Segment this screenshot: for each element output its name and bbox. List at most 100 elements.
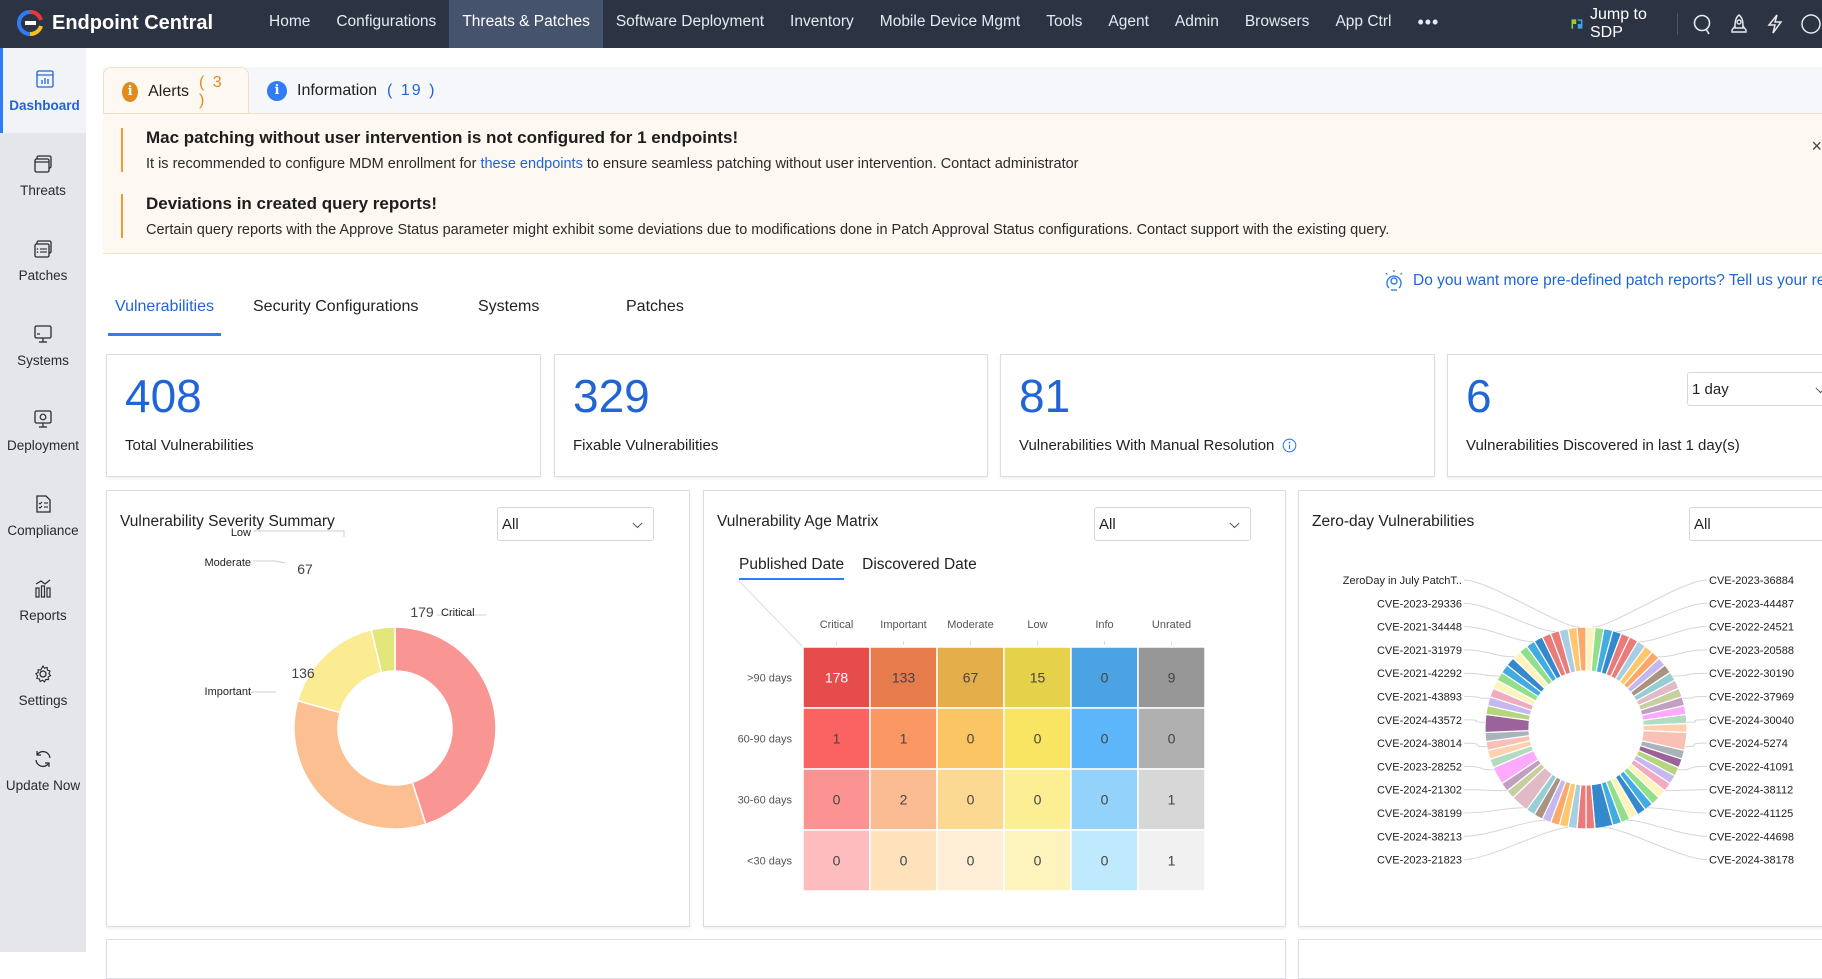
sidebar-item-systems[interactable]: Systems: [0, 303, 86, 388]
lightning-icon[interactable]: [1764, 11, 1786, 37]
jump-to-sdp-button[interactable]: Jump to SDP: [1570, 6, 1663, 42]
stat-card-manual-resolution[interactable]: 81 Vulnerabilities With Manual Resolutio…: [1000, 354, 1435, 477]
tab-alerts[interactable]: i Alerts ( 3 ): [103, 67, 249, 115]
leader-line: [1463, 789, 1507, 792]
period-select[interactable]: 1 day: [1687, 372, 1822, 406]
leader-line: [1672, 672, 1708, 677]
tab-patches[interactable]: Patches: [626, 298, 684, 336]
compliance-icon: [36, 495, 51, 513]
severity-category-label: Critical: [441, 607, 475, 619]
nav-item-threats-patches[interactable]: Threats & Patches: [449, 0, 603, 48]
alert-text-part: It is recommended to configure MDM enrol…: [146, 156, 481, 172]
zero-day-card: Zero-day Vulnerabilities All ZeroDay in …: [1298, 490, 1822, 927]
nav-item-software-deployment[interactable]: Software Deployment: [603, 0, 777, 48]
these-endpoints-link[interactable]: these endpoints: [480, 156, 582, 172]
zero-day-label: CVE-2023-28252: [1377, 761, 1462, 773]
matrix-cell-value: 0: [833, 792, 841, 808]
zero-day-label: CVE-2021-42292: [1377, 668, 1462, 680]
stat-card-total[interactable]: 408 Total Vulnerabilities: [106, 354, 541, 477]
alert-text: It is recommended to configure MDM enrol…: [146, 156, 1079, 172]
systems-icon: [34, 325, 52, 343]
stat-label: Vulnerabilities With Manual Resolution: [1019, 437, 1297, 454]
sidebar-item-label: Dashboard: [9, 98, 80, 113]
zero-day-label: CVE-2022-41091: [1709, 761, 1794, 773]
endpoint-central-logo-icon: [17, 10, 43, 36]
nav-item-browsers[interactable]: Browsers: [1232, 0, 1323, 48]
alert-icon: i: [122, 81, 139, 102]
matrix-cell-value: 2: [900, 792, 908, 808]
leader-line: [1638, 626, 1708, 643]
predefined-reports-link[interactable]: Do you want more pre-defined patch repor…: [1383, 270, 1822, 292]
sidebar-item-update-now[interactable]: Update Now: [0, 728, 86, 813]
severity-value-label: 136: [291, 665, 315, 681]
nav-item-tools[interactable]: Tools: [1033, 0, 1095, 48]
nav-item-admin[interactable]: Admin: [1162, 0, 1232, 48]
nav-more-button[interactable]: •••: [1404, 0, 1452, 48]
sidebar-item-label: Reports: [19, 608, 67, 623]
sidebar-item-settings[interactable]: Settings: [0, 643, 86, 728]
nav-item-configurations[interactable]: Configurations: [323, 0, 449, 48]
leader-line: [1665, 789, 1708, 792]
nav-item-agent[interactable]: Agent: [1095, 0, 1162, 48]
app-title: Endpoint Central: [52, 11, 214, 34]
matrix-cell-value: 1: [833, 731, 841, 747]
matrix-cell-value: 133: [892, 670, 916, 686]
stat-card-discovered[interactable]: 6 Vulnerabilities Discovered in last 1 d…: [1447, 354, 1822, 477]
matrix-cell-value: 0: [1168, 731, 1176, 747]
leader-line: [246, 691, 276, 696]
matrix-cell-value: 0: [1101, 792, 1109, 808]
nav-item-inventory[interactable]: Inventory: [777, 0, 867, 48]
stat-card-fixable[interactable]: 329 Fixable Vulnerabilities: [554, 354, 988, 477]
matrix-cell-value: 0: [1034, 731, 1042, 747]
rocket-icon[interactable]: [1728, 11, 1750, 37]
tab-systems[interactable]: Systems: [478, 298, 539, 336]
nav-item-app-ctrl[interactable]: App Ctrl: [1322, 0, 1404, 48]
sidebar-item-patches[interactable]: Patches: [0, 218, 86, 303]
tab-security-configurations[interactable]: Security Configurations: [253, 298, 418, 336]
bottom-card-left: [106, 939, 1286, 979]
sidebar-item-dashboard[interactable]: Dashboard: [0, 48, 86, 133]
matrix-column-label: Moderate: [947, 619, 993, 631]
search-icon[interactable]: [1692, 11, 1714, 37]
tab-vulnerabilities[interactable]: Vulnerabilities: [108, 298, 221, 336]
alert-item: Mac patching without user intervention i…: [121, 128, 1079, 172]
app-logo[interactable]: Endpoint Central: [16, 9, 213, 37]
information-count: ( 19 ): [387, 81, 437, 99]
stat-label-text: Total Vulnerabilities: [125, 437, 254, 454]
leader-line: [1463, 819, 1546, 837]
matrix-cell-value: 0: [1034, 792, 1042, 808]
age-matrix-heatmap: Critical Important Moderate Low Info Unrated >…: [738, 580, 1206, 892]
leader-line: [253, 560, 286, 564]
zero-day-label: CVE-2022-24521: [1709, 622, 1794, 634]
matrix-cell-value: 1: [1168, 853, 1176, 869]
top-right-actions: Jump to SDP: [1570, 0, 1822, 48]
nav-item-home[interactable]: Home: [256, 0, 323, 48]
close-icon[interactable]: ×: [1811, 136, 1822, 157]
zero-day-label: CVE-2024-30040: [1709, 715, 1794, 727]
sidebar-item-compliance[interactable]: Compliance: [0, 473, 86, 558]
matrix-cell-value: 0: [1101, 670, 1109, 686]
tab-information[interactable]: i Information ( 19 ): [249, 67, 454, 114]
sidebar-item-threats[interactable]: Threats: [0, 133, 86, 218]
leader-line: [1647, 807, 1708, 814]
severity-slice-important[interactable]: [293, 699, 427, 830]
matrix-cell-value: 67: [963, 670, 979, 686]
alert-title: Mac patching without user intervention i…: [146, 128, 739, 147]
leader-line: [1682, 696, 1708, 699]
threats-icon: [34, 155, 52, 173]
user-avatar-icon[interactable]: [1800, 11, 1822, 37]
zero-day-label: CVE-2024-5274: [1709, 738, 1788, 750]
nav-item-mobile-device-mgmt[interactable]: Mobile Device Mgmt: [867, 0, 1033, 48]
sdp-icon: [1571, 19, 1583, 29]
matrix-column-label: Unrated: [1152, 619, 1191, 631]
stat-label: Fixable Vulnerabilities: [573, 437, 718, 454]
matrix-cell-value: 178: [825, 670, 849, 686]
stat-label: Total Vulnerabilities: [125, 437, 254, 454]
sidebar-item-reports[interactable]: Reports: [0, 558, 86, 643]
tab-alerts-label: Alerts: [148, 82, 190, 100]
sidebar-item-deployment[interactable]: Deployment: [0, 388, 86, 473]
sidebar-item-label: Settings: [18, 693, 68, 708]
jump-to-sdp-label: Jump to SDP: [1589, 6, 1647, 41]
matrix-cell-value: 0: [1101, 853, 1109, 869]
info-icon[interactable]: [1282, 438, 1297, 453]
